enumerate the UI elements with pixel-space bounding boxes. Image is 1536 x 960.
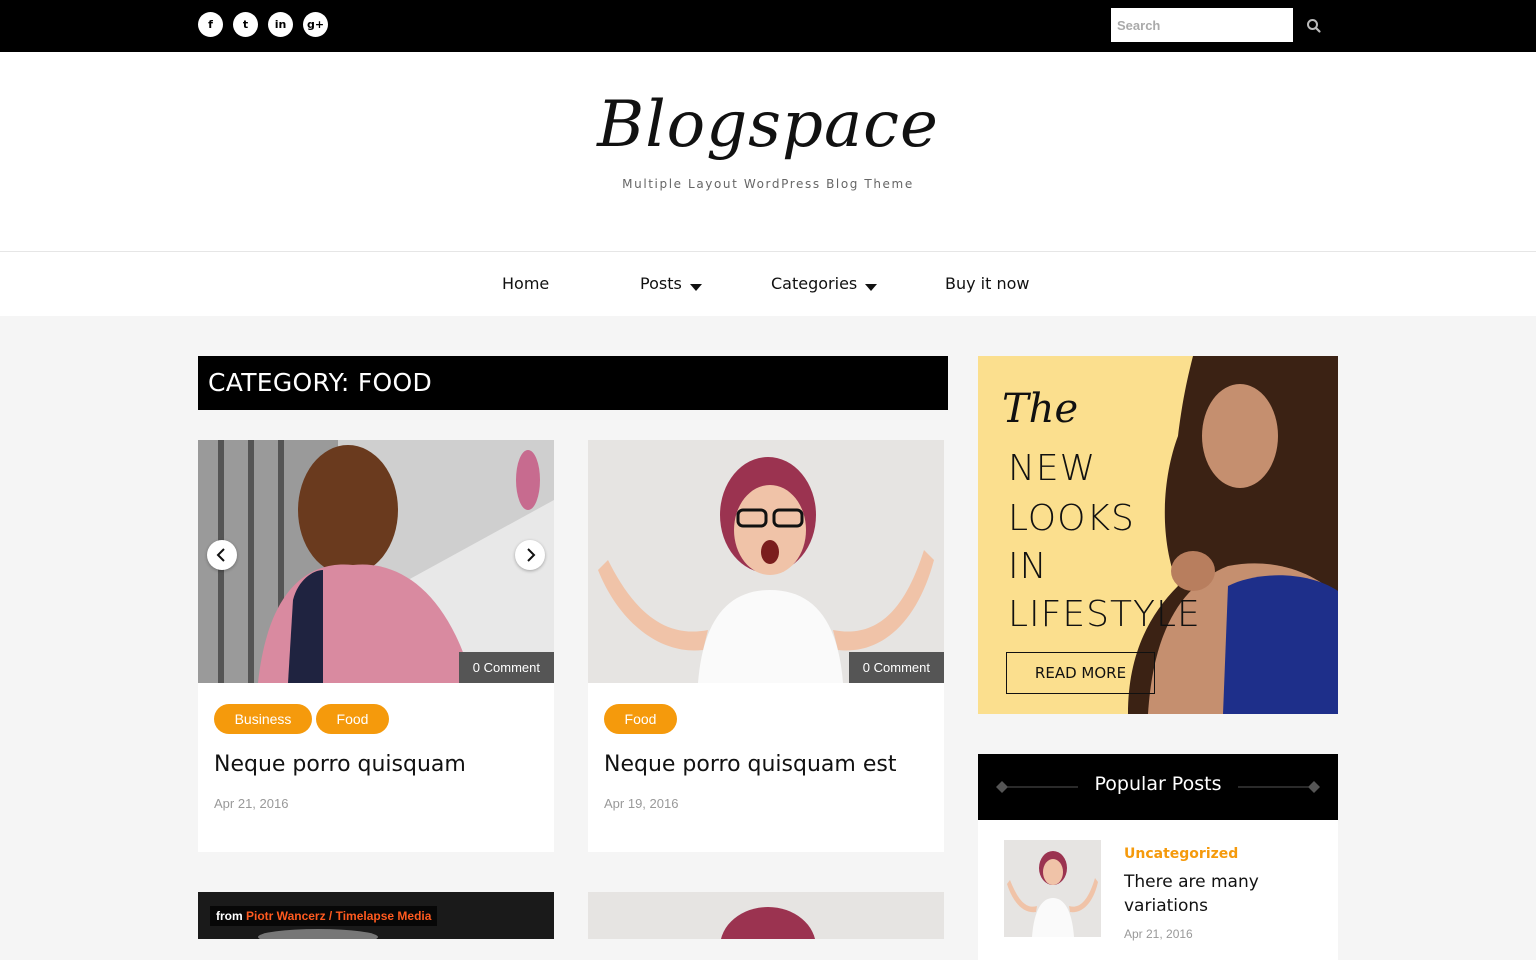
linkedin-icon[interactable]: in: [268, 12, 293, 37]
tag-badge[interactable]: Food: [604, 704, 677, 734]
chevron-down-icon: [689, 284, 702, 291]
video-caption: from Piotr Wancerz / Timelapse Media: [210, 906, 438, 926]
lifestyle-ad-banner[interactable]: The NEW LOOKS IN LIFESTYLE READ MORE: [978, 356, 1338, 714]
popular-posts-header: Popular Posts: [978, 754, 1338, 820]
post-title[interactable]: Neque porro quisquam: [214, 752, 466, 777]
post-date: Apr 19, 2016: [604, 796, 679, 811]
popular-posts-title: Popular Posts: [1094, 773, 1222, 795]
post-photo[interactable]: [588, 892, 944, 939]
tag-badge[interactable]: Food: [316, 704, 389, 734]
post-photo: [588, 440, 944, 683]
tag-badge[interactable]: Business: [214, 704, 312, 734]
ad-headline-line: LIFESTYLE: [1008, 594, 1201, 635]
post-image[interactable]: 0 Comment: [588, 440, 944, 683]
video-credit[interactable]: Piotr Wancerz / Timelapse Media: [246, 909, 431, 923]
slider-prev-button[interactable]: [207, 540, 237, 570]
site-header: Blogspace Multiple Layout WordPress Blog…: [0, 52, 1536, 251]
google-plus-icon[interactable]: g+: [303, 12, 328, 37]
nav-label: Posts: [640, 274, 682, 293]
twitter-icon[interactable]: t: [233, 12, 258, 37]
post-card: from Piotr Wancerz / Timelapse Media: [198, 892, 554, 939]
ad-headline-line: IN: [1008, 546, 1048, 587]
video-from: from: [216, 909, 243, 923]
page-title: CATEGORY: FOOD: [198, 356, 948, 410]
post-photo: [198, 440, 554, 683]
site-logo[interactable]: Blogspace: [0, 88, 1536, 162]
popular-post-title[interactable]: There are many variations: [1124, 870, 1324, 918]
post-title[interactable]: Neque porro quisquam est: [604, 752, 896, 777]
nav-label: Categories: [771, 274, 858, 293]
nav-item-buy[interactable]: Buy it now: [945, 274, 1030, 293]
comment-count[interactable]: 0 Comment: [848, 652, 944, 683]
chevron-left-icon: [216, 548, 225, 562]
comment-count[interactable]: 0 Comment: [458, 652, 554, 683]
post-card: [588, 892, 944, 939]
nav-item-home[interactable]: Home: [502, 274, 549, 293]
chevron-down-icon: [865, 284, 878, 291]
post-image[interactable]: 0 Comment: [198, 440, 554, 683]
nav-label: Home: [502, 274, 550, 293]
nav-item-posts[interactable]: Posts: [640, 274, 702, 293]
ad-headline-line: LOOKS: [1008, 498, 1135, 539]
ad-script-text: The: [1002, 386, 1079, 432]
post-card: 0 Comment Business Food Neque porro quis…: [198, 440, 554, 852]
popular-post-thumbnail[interactable]: [1004, 840, 1101, 937]
main-nav: Home Posts Categories Buy it now: [0, 251, 1536, 316]
post-card: 0 Comment Food Neque porro quisquam est …: [588, 440, 944, 852]
chevron-right-icon: [527, 548, 536, 562]
top-bar: f t in g+: [0, 0, 1536, 52]
facebook-icon[interactable]: f: [198, 12, 223, 37]
post-date: Apr 21, 2016: [214, 796, 289, 811]
ad-headline-line: NEW: [1008, 448, 1097, 489]
nav-label: Buy it now: [945, 274, 1030, 293]
nav-item-categories[interactable]: Categories: [771, 274, 878, 293]
popular-post-category[interactable]: Uncategorized: [1124, 846, 1238, 862]
popular-post-item: Uncategorized There are many variations …: [978, 820, 1338, 960]
search-input[interactable]: [1111, 8, 1293, 42]
site-tagline: Multiple Layout WordPress Blog Theme: [622, 177, 914, 191]
search-icon: [1307, 19, 1321, 33]
search-button[interactable]: [1300, 12, 1328, 40]
slider-next-button[interactable]: [515, 540, 545, 570]
read-more-button[interactable]: READ MORE: [1006, 652, 1155, 694]
